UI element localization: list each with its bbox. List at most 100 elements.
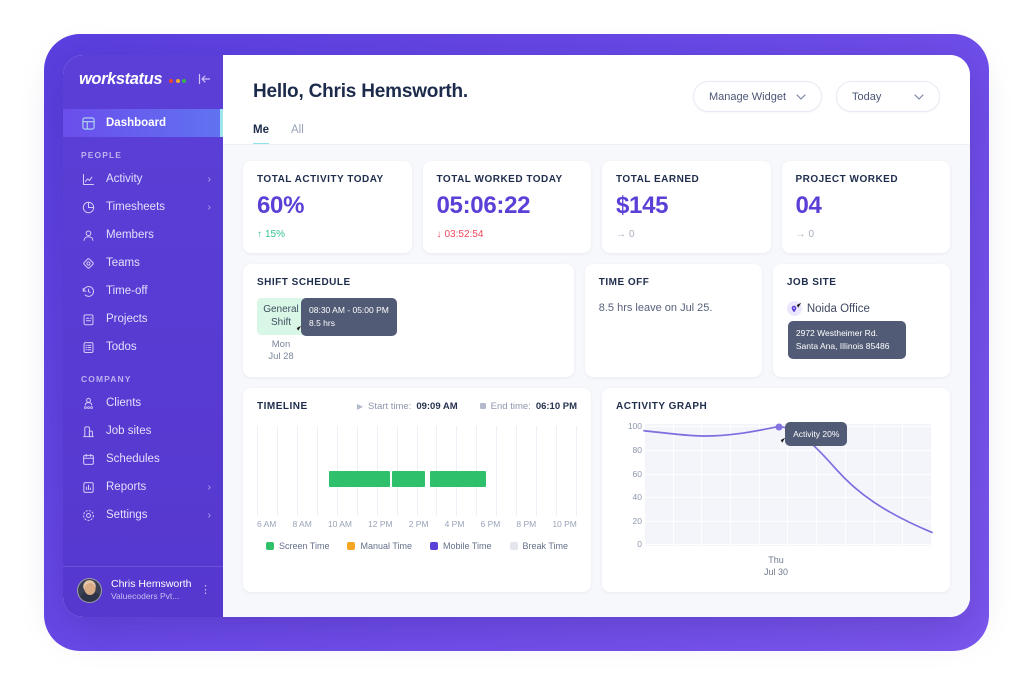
y-tick: 20	[632, 516, 642, 527]
card-title: TIME OFF	[598, 277, 650, 288]
stat-card-total-earned: TOTAL EARNED $145 → 0	[602, 161, 771, 253]
sidebar-item-label: Timesheets	[106, 201, 166, 213]
sidebar-item-label: Time-off	[106, 285, 148, 297]
sidebar-item-time-off[interactable]: Time-off	[63, 277, 223, 305]
arrow-right-icon: →	[616, 229, 626, 240]
timeline-segments	[257, 470, 577, 487]
sidebar-item-label: Todos	[106, 341, 137, 353]
sidebar-nav: Dashboard PEOPLE Activity › Timesheets ›	[63, 103, 223, 560]
sidebar-item-reports[interactable]: Reports ›	[63, 473, 223, 501]
stat-delta: → 0	[616, 229, 757, 240]
date-range-dropdown[interactable]: Today	[836, 81, 940, 112]
manage-widget-dropdown[interactable]: Manage Widget	[692, 81, 822, 112]
stop-icon	[479, 403, 486, 410]
timeline-legend: Screen Time Manual Time Mobile Time Brea…	[257, 541, 577, 551]
sidebar-item-todos[interactable]: Todos	[63, 333, 223, 361]
brand-row: workstatus	[63, 55, 223, 103]
stat-value: 05:06:22	[436, 192, 531, 219]
timeline-segment[interactable]	[429, 470, 486, 487]
app-window: workstatus Dashboard PEOPLE Activity › T…	[63, 55, 970, 617]
stat-delta-value: 15%	[265, 229, 286, 240]
timeline-x-label: 2 PM	[408, 518, 429, 529]
sidebar-item-label: Settings	[106, 509, 148, 521]
sidebar-user-profile[interactable]: Chris Hemsworth Valuecoders Pvt... ⋮	[63, 567, 223, 617]
list-icon	[81, 340, 95, 354]
card-title: JOB SITE	[786, 277, 837, 288]
stat-delta: ↑ 15%	[257, 229, 398, 240]
sidebar-item-projects[interactable]: Projects	[63, 305, 223, 333]
timeline-x-label: 4 PM	[444, 518, 465, 529]
timeline-segment[interactable]	[329, 470, 390, 487]
arrow-up-icon: ↑	[257, 229, 262, 240]
activity-tooltip: Activity 20%	[785, 421, 848, 447]
chevron-right-icon: ›	[207, 201, 211, 213]
job-site-row[interactable]: Noida Office 2972 Westheimer Rd. Santa A…	[786, 301, 936, 359]
user-name: Chris Hemsworth	[111, 578, 192, 591]
sidebar-item-label: Reports	[106, 481, 147, 493]
page-title: Hello, Chris Hemsworth.	[253, 81, 468, 102]
legend-label: Manual Time	[360, 540, 413, 551]
legend-label: Break Time	[522, 540, 569, 551]
sidebar-item-label: Clients	[106, 397, 142, 409]
timeline-x-label: 10 PM	[552, 518, 577, 529]
stats-row: TOTAL ACTIVITY TODAY 60% ↑ 15% TOTAL WOR…	[243, 161, 950, 253]
manage-widget-label: Manage Widget	[708, 90, 786, 103]
tab-me[interactable]: Me	[253, 124, 269, 145]
y-tick: 0	[637, 539, 642, 550]
timeline-card: TIMELINE ▶ Start time: 09:09 AM End time…	[243, 387, 591, 592]
activity-plot-area: Activity 20%	[644, 421, 932, 546]
chevron-down-icon	[914, 91, 924, 103]
stat-value: $145	[616, 192, 669, 219]
timeline-end-time: End time: 06:10 PM	[479, 400, 577, 412]
sidebar-item-members[interactable]: Members	[63, 221, 223, 249]
timeline-start-value: 09:09 AM	[416, 400, 458, 412]
secondary-row: SHIFT SCHEDULE General Shift Mon Jul 28 …	[243, 264, 950, 377]
card-title: ACTIVITY GRAPH	[616, 400, 708, 412]
timeline-segment[interactable]	[392, 470, 426, 487]
timeline-end-value: 06:10 PM	[535, 400, 577, 412]
timeline-x-label: 10 AM	[327, 518, 352, 529]
bar-report-icon	[81, 480, 95, 494]
stat-delta: ↓ 03:52:54	[437, 229, 578, 240]
stat-delta: → 0	[796, 229, 937, 240]
job-site-tooltip: 2972 Westheimer Rd. Santa Ana, Illinois …	[787, 321, 906, 359]
tab-all[interactable]: All	[291, 124, 304, 145]
shift-schedule-card: SHIFT SCHEDULE General Shift Mon Jul 28 …	[243, 264, 574, 377]
sidebar-item-teams[interactable]: Teams	[63, 249, 223, 277]
more-vertical-icon[interactable]: ⋮	[200, 585, 211, 595]
play-icon: ▶	[356, 401, 364, 411]
activity-chart-icon	[81, 172, 95, 186]
collapse-panel-icon[interactable]	[198, 73, 211, 85]
sidebar-item-clients[interactable]: Clients	[63, 389, 223, 417]
shift-tooltip-time: 08:30 AM - 05:00 PM	[309, 305, 389, 315]
legend-label: Screen Time	[278, 540, 330, 551]
date-range-label: Today	[852, 90, 882, 103]
sidebar-item-schedules[interactable]: Schedules	[63, 445, 223, 473]
avatar	[77, 578, 102, 603]
sidebar-item-activity[interactable]: Activity ›	[63, 165, 223, 193]
job-site-name: Noida Office	[806, 302, 870, 315]
activity-data-point[interactable]	[775, 423, 783, 431]
sidebar-item-label: Job sites	[106, 425, 152, 437]
sidebar-item-job-sites[interactable]: Job sites	[63, 417, 223, 445]
chevron-right-icon: ›	[207, 509, 211, 521]
activity-x-label: Thu Jul 30	[616, 554, 936, 579]
sidebar-section-company: COMPANY	[81, 374, 132, 384]
y-tick: 40	[632, 492, 642, 503]
chevron-down-icon	[796, 91, 806, 103]
brand-dots	[169, 79, 187, 83]
sidebar-item-dashboard[interactable]: Dashboard	[63, 109, 223, 137]
chevron-right-icon: ›	[207, 481, 211, 493]
shift-tooltip: 08:30 AM - 05:00 PM 8.5 hrs	[301, 298, 397, 336]
stat-card-total-worked: TOTAL WORKED TODAY 05:06:22 ↓ 03:52:54	[422, 161, 591, 253]
stat-delta-value: 03:52:54	[444, 229, 484, 240]
sidebar-item-label: Dashboard	[106, 117, 167, 129]
timeline-x-label: 6 AM	[257, 518, 277, 529]
y-tick: 80	[632, 444, 642, 455]
teams-icon	[81, 256, 95, 270]
sidebar-item-settings[interactable]: Settings ›	[63, 501, 223, 529]
clipboard-icon	[81, 312, 95, 326]
brand-logo-text: workstatus	[79, 69, 163, 88]
card-title: SHIFT SCHEDULE	[257, 277, 351, 288]
sidebar-item-timesheets[interactable]: Timesheets ›	[63, 193, 223, 221]
